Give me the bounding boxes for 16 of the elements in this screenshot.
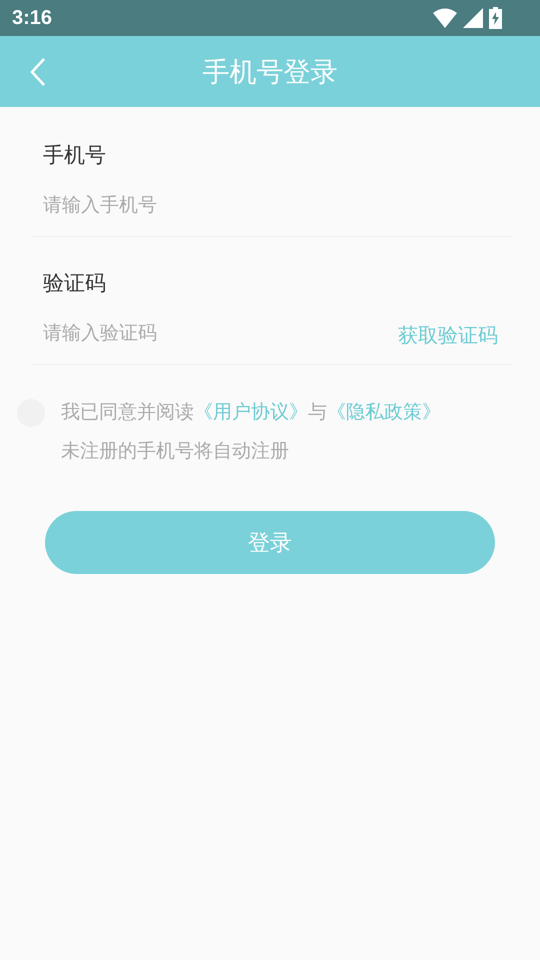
back-icon[interactable]	[30, 58, 46, 86]
agreement-text: 我已同意并阅读《用户协议》与《隐私政策》	[61, 400, 441, 425]
agreement-link[interactable]: 《隐私政策》	[327, 401, 441, 423]
register-note: 未注册的手机号将自动注册	[61, 439, 290, 464]
get-code-button[interactable]: 获取验证码	[398, 322, 498, 349]
wifi-icon	[433, 8, 457, 28]
login-button[interactable]: 登录	[45, 511, 495, 574]
status-time: 3:16	[12, 6, 52, 30]
phone-input[interactable]: 请输入手机号	[32, 184, 512, 224]
battery-icon	[489, 7, 502, 29]
code-input[interactable]: 请输入验证码	[32, 312, 398, 352]
agreement-link[interactable]: 《用户协议》	[194, 401, 308, 423]
page-title: 手机号登录	[202, 56, 338, 90]
signal-icon	[463, 8, 483, 28]
phone-label: 手机号	[42, 142, 107, 169]
code-label: 验证码	[42, 270, 107, 297]
